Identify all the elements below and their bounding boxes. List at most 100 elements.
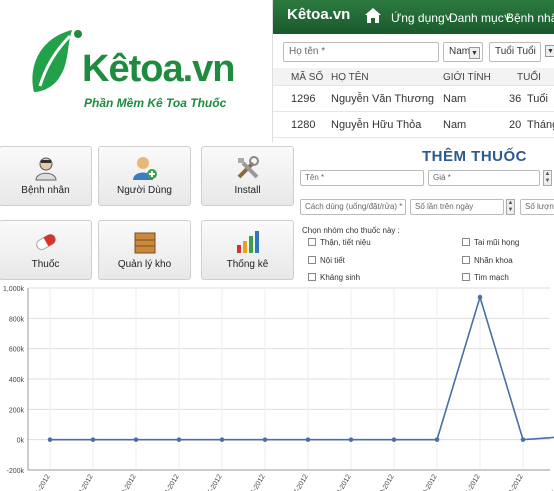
price-input[interactable]: Giá * — [428, 170, 540, 186]
pill-icon — [35, 234, 56, 250]
table-header: MÃ SỐ HỌ TÊN GIỚI TÍNH TUỔI — [273, 68, 554, 86]
times-per-day-input[interactable]: Số lần trên ngày — [410, 199, 504, 215]
data-point — [133, 437, 139, 442]
table-row[interactable]: 1296 Nguyễn Văn Thương Nam 36 Tuổi — [273, 86, 554, 112]
checkbox-box[interactable] — [462, 238, 470, 246]
header-age: TUỔI — [517, 72, 541, 83]
tile-statistics[interactable]: Thống kê — [201, 220, 294, 280]
nav-patients-menu[interactable]: Bệnh nhân — [506, 11, 554, 25]
tile-users[interactable]: Người Dùng — [98, 146, 191, 206]
nav-catalog-menu[interactable]: Danh mục˅ — [449, 11, 511, 25]
tile-install[interactable]: Install — [201, 146, 294, 206]
tile-label: Thuốc — [31, 259, 60, 270]
data-point — [262, 437, 268, 442]
x-tick-label: 05-2012 — [205, 473, 224, 491]
nav-apps-menu[interactable]: Ứng dụng˅ — [391, 11, 452, 25]
data-point — [520, 437, 526, 442]
checkbox-label: Nội tiết — [320, 256, 345, 265]
checkbox-label: Nhãn khoa — [474, 256, 513, 265]
x-tick-label: 08-2012 — [334, 473, 353, 491]
checkbox-box[interactable] — [308, 256, 316, 264]
tile-label: Install — [234, 185, 261, 196]
tile-medicine[interactable]: Thuốc — [0, 220, 92, 280]
cell-gender: Nam — [443, 93, 467, 105]
revenue-line-chart: 1,000k 800k 600k 400k 200k 0k -200k 01-2012 02-2… — [3, 286, 554, 491]
group-checkbox[interactable]: Tai mũi họng — [462, 238, 519, 247]
patient-icon — [34, 157, 57, 181]
nav-logo[interactable]: Kêtoa.vn — [287, 6, 350, 23]
x-tick-label: 06-2012 — [248, 473, 267, 491]
y-tick-label: 600k — [9, 347, 25, 354]
tools-icon — [237, 156, 259, 179]
logo-tagline: Phần Mềm Kê Toa Thuốc — [84, 96, 227, 110]
patient-table: MÃ SỐ HỌ TÊN GIỚI TÍNH TUỔI 1296 Nguyễn … — [273, 68, 554, 138]
x-tick-label: 12-2012 — [506, 473, 525, 491]
age-unit-chevron-icon[interactable]: ▼ — [545, 45, 554, 57]
cell-id: 1280 — [291, 119, 316, 131]
data-point — [176, 437, 182, 442]
group-checkbox[interactable]: Kháng sinh — [308, 273, 360, 282]
data-point — [434, 437, 440, 442]
gender-value: Nam — [449, 46, 471, 57]
gender-select[interactable]: Nam ▼ — [443, 42, 483, 62]
cell-age: 20 — [509, 119, 522, 131]
checkbox-box[interactable] — [308, 273, 316, 281]
price-spinner[interactable]: ▲ ▼ — [543, 170, 552, 186]
group-checkbox[interactable]: Nhãn khoa — [462, 256, 513, 265]
checkbox-box[interactable] — [462, 256, 470, 264]
cell-gender: Nam — [443, 119, 467, 131]
x-tick-label: 11-2012 — [463, 473, 482, 491]
top-navigation: Kêtoa.vn Ứng dụng˅ Danh mục˅ Bệnh nhân — [273, 0, 554, 34]
age-unit-value: Tuổi — [516, 46, 536, 57]
group-label: Chọn nhóm cho thuốc này : — [302, 226, 400, 235]
group-checkbox[interactable]: Tim mạch — [462, 273, 509, 282]
age-unit-select[interactable]: Tuổi Tuổi — [489, 42, 541, 62]
data-point — [348, 437, 354, 442]
header-gender: GIỚI TÍNH — [443, 72, 491, 83]
tile-label: Thống kê — [226, 259, 269, 270]
usage-input[interactable]: Cách dùng (uống/đặt/rửa) * — [300, 199, 406, 215]
age-unit-placeholder: Tuổi — [495, 46, 515, 57]
patient-name-input[interactable]: Họ tên * — [283, 42, 439, 62]
cell-id: 1296 — [291, 93, 316, 105]
checkbox-box[interactable] — [462, 273, 470, 281]
cell-name: Nguyễn Văn Thương — [331, 93, 435, 105]
y-tick-label: -200k — [6, 468, 24, 475]
tile-label: Bệnh nhân — [21, 185, 70, 196]
ketoa-logo: Kêtoa.vn Phần Mềm Kê Toa Thuốc — [26, 26, 246, 116]
group-checkbox[interactable]: Thận, tiết niệu — [308, 238, 371, 247]
checkbox-label: Tim mạch — [474, 273, 509, 282]
tile-patients[interactable]: Bệnh nhân — [0, 146, 92, 206]
warehouse-box-icon — [134, 232, 155, 254]
data-point — [477, 294, 483, 300]
x-tick-label: 02-2012 — [76, 473, 95, 491]
tile-label: Người Dùng — [117, 185, 172, 196]
header-name: HỌ TÊN — [331, 72, 369, 83]
x-tick-label: 01-2013 — [549, 473, 554, 491]
group-checkbox[interactable]: Nội tiết — [308, 256, 345, 265]
y-tick-label: 800k — [9, 316, 25, 323]
checkbox-box[interactable] — [308, 238, 316, 246]
chevron-down-icon: ▼ — [469, 47, 480, 59]
checkbox-label: Tai mũi họng — [474, 238, 520, 247]
times-spinner[interactable]: ▲ ▼ — [506, 199, 515, 215]
table-row[interactable]: 1280 Nguyễn Hữu Thỏa Nam 20 Tháng — [273, 112, 554, 138]
data-point — [47, 437, 53, 442]
logo-brand: Kêtoa.vn — [82, 48, 235, 90]
medicine-name-input[interactable]: Tên * — [300, 170, 424, 186]
x-tick-label: 10-2012 — [420, 473, 439, 491]
data-point — [219, 437, 225, 442]
y-tick-label: 400k — [9, 377, 25, 384]
y-tick-label: 1,000k — [3, 286, 25, 293]
add-medicine-form: THÊM THUỐC Tên * Giá * ▲ ▼ Cách dùng (uốn… — [298, 142, 554, 285]
x-tick-label: 07-2012 — [291, 473, 310, 491]
patient-panel: Kêtoa.vn Ứng dụng˅ Danh mục˅ Bệnh nhân H… — [272, 0, 554, 142]
patient-form: Họ tên * Nam ▼ Tuổi Tuổi ▼ — [283, 42, 554, 62]
header-id: MÃ SỐ — [291, 72, 324, 83]
home-icon[interactable] — [363, 5, 383, 25]
checkbox-label: Kháng sinh — [320, 273, 361, 282]
quantity-input[interactable]: Số lượng — [520, 199, 554, 215]
cell-age: 36 — [509, 93, 522, 105]
y-tick-label: 200k — [9, 407, 25, 414]
tile-warehouse[interactable]: Quản lý kho — [98, 220, 191, 280]
